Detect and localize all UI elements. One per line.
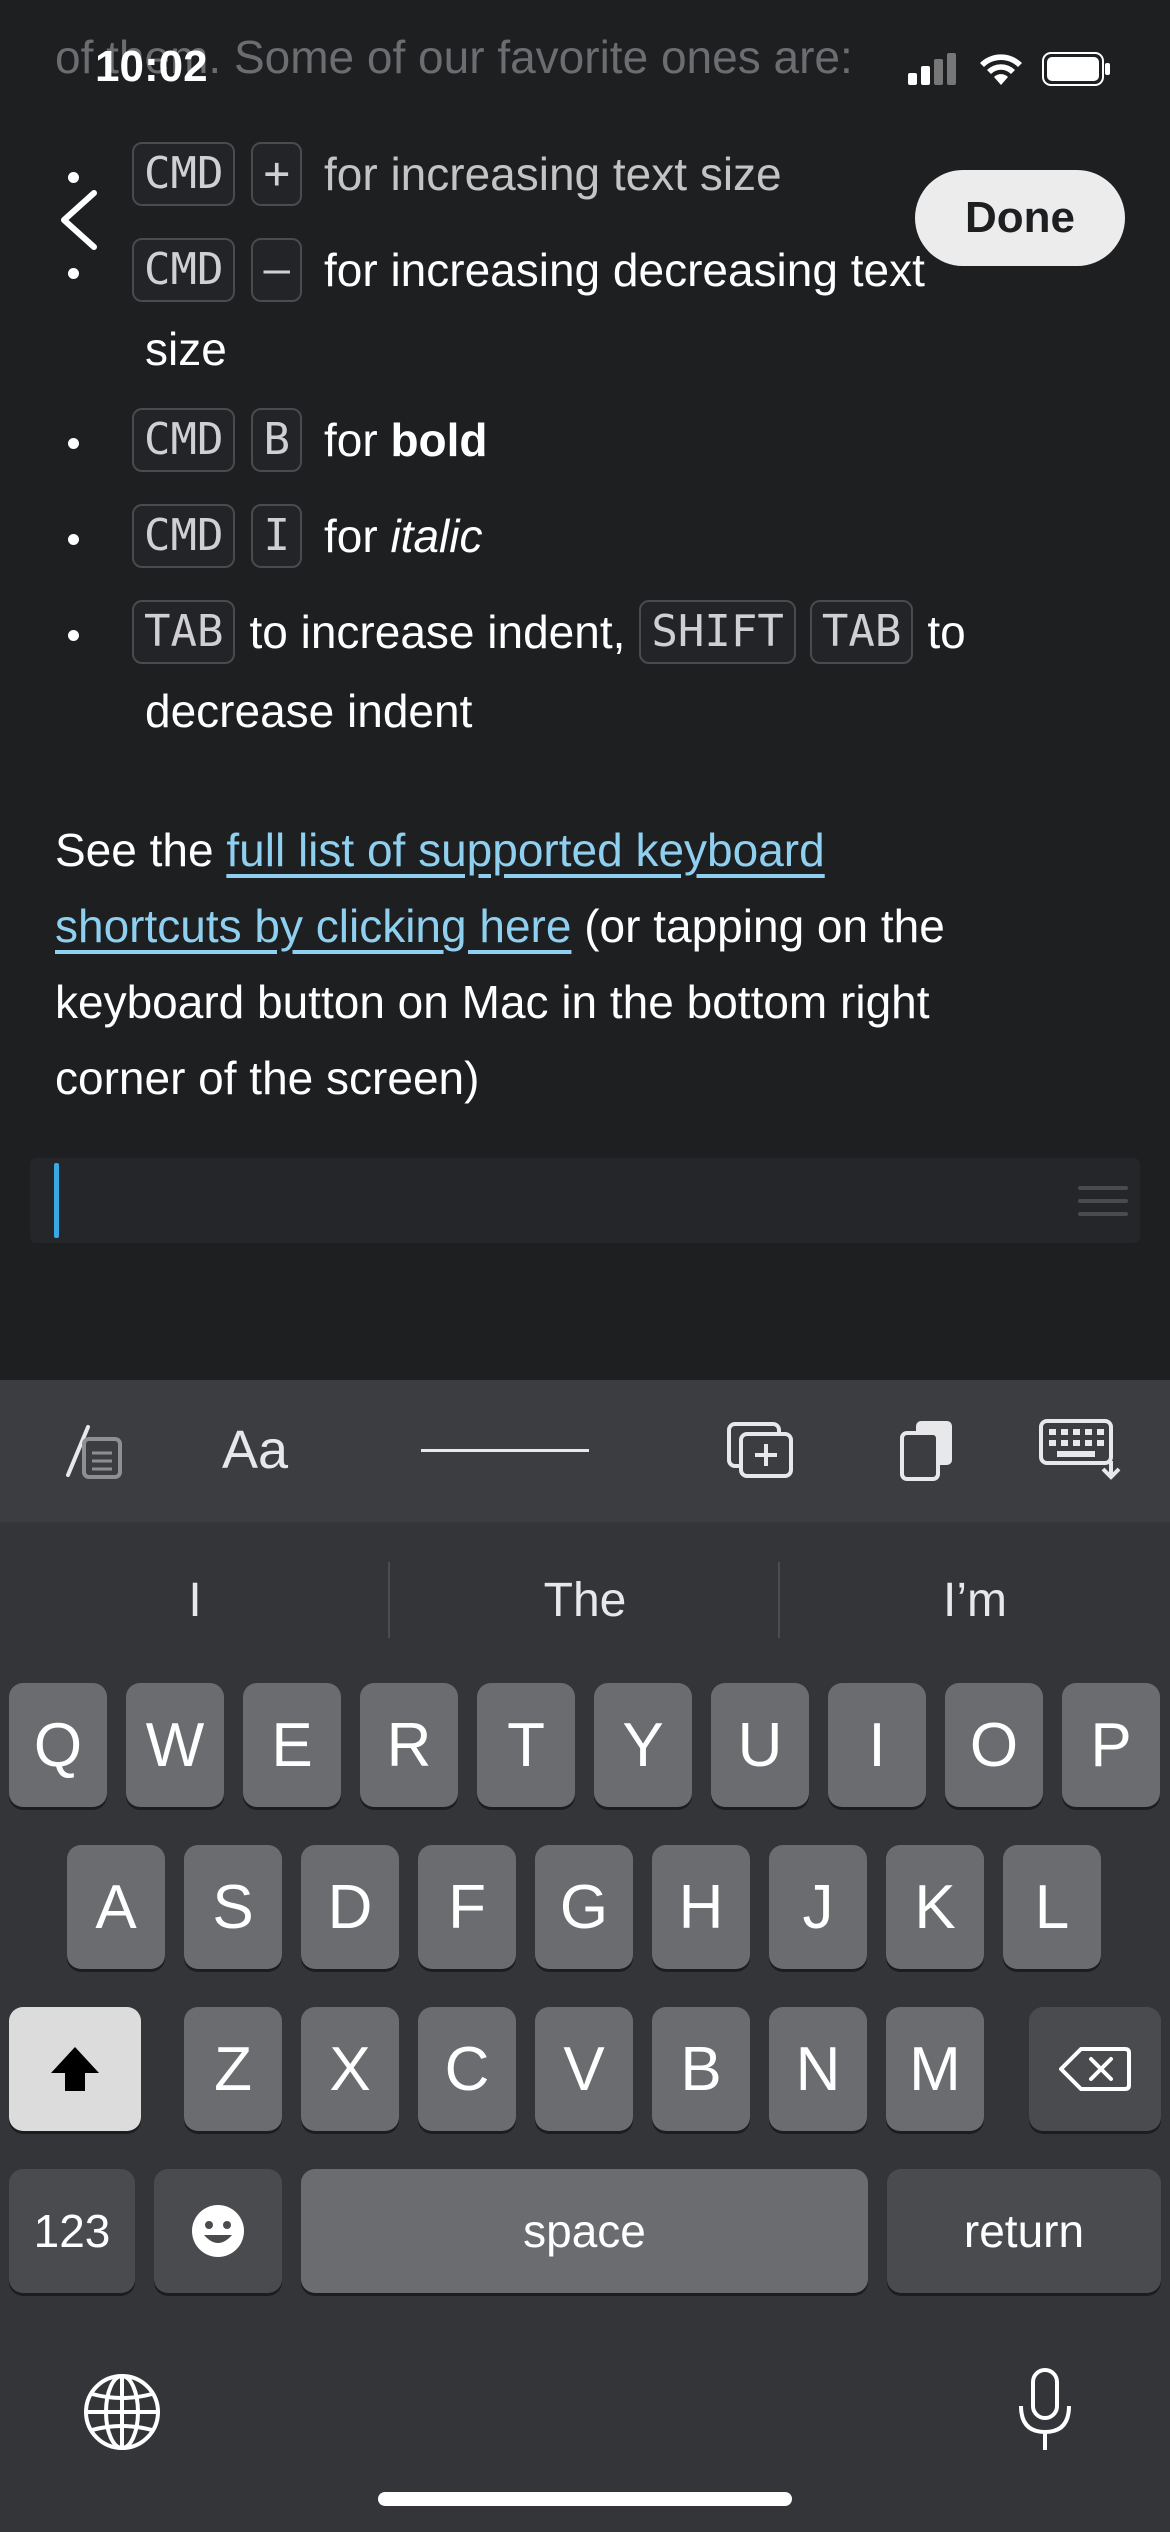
- shortcuts-link[interactable]: shortcuts by clicking here: [55, 900, 571, 952]
- edit-note-icon[interactable]: [55, 1405, 135, 1495]
- key-s[interactable]: S: [184, 1845, 282, 1969]
- space-key[interactable]: space: [301, 2169, 868, 2293]
- key-r[interactable]: R: [360, 1683, 458, 1807]
- list-item-text: to increase indent,: [249, 606, 626, 658]
- key-b[interactable]: B: [652, 2007, 750, 2131]
- key-c[interactable]: C: [418, 2007, 516, 2131]
- list-item: TAB to increase indent, SHIFT TAB to: [132, 600, 966, 664]
- paragraph-text: (or tapping on the: [571, 900, 945, 952]
- horizontal-rule-icon[interactable]: [420, 1405, 590, 1495]
- list-item-text: for: [323, 414, 391, 466]
- list-item: CMD – for increasing decreasing text: [132, 238, 925, 302]
- paragraph-text: See the: [55, 824, 227, 876]
- status-time: 10:02: [95, 42, 208, 91]
- list-item-continuation: decrease indent: [145, 685, 473, 737]
- key-k[interactable]: K: [886, 1845, 984, 1969]
- key-h[interactable]: H: [652, 1845, 750, 1969]
- key-x[interactable]: X: [301, 2007, 399, 2131]
- keycap: +: [251, 142, 302, 206]
- emoji-icon: [192, 2205, 244, 2257]
- suggestion[interactable]: I: [0, 1560, 390, 1640]
- keycap: –: [251, 238, 302, 302]
- list-item-text: to: [927, 606, 966, 658]
- bullet: [68, 630, 79, 641]
- keycap: B: [251, 408, 302, 472]
- keycap: CMD: [132, 142, 236, 206]
- keycap: CMD: [132, 504, 236, 568]
- delete-key[interactable]: [1029, 2007, 1161, 2131]
- done-button[interactable]: Done: [915, 170, 1125, 266]
- key-m[interactable]: M: [886, 2007, 984, 2131]
- key-y[interactable]: Y: [594, 1683, 692, 1807]
- wifi-icon: [980, 54, 1022, 85]
- italic-text: italic: [390, 510, 483, 562]
- suggestion[interactable]: The: [390, 1560, 780, 1640]
- key-g[interactable]: G: [535, 1845, 633, 1969]
- cellular-signal-icon: [908, 53, 956, 85]
- numbers-key[interactable]: 123: [9, 2169, 135, 2293]
- keycap: I: [251, 504, 302, 568]
- active-block-input[interactable]: [30, 1158, 1140, 1243]
- drag-handle-icon[interactable]: [1078, 1186, 1128, 1225]
- text-style-button[interactable]: Aa: [205, 1405, 305, 1495]
- keycap: CMD: [132, 408, 236, 472]
- return-key[interactable]: return: [887, 2169, 1161, 2293]
- battery-icon: [1042, 52, 1110, 86]
- key-e[interactable]: E: [243, 1683, 341, 1807]
- dismiss-keyboard-icon[interactable]: [1035, 1405, 1125, 1495]
- bullet: [68, 172, 79, 183]
- back-chevron-icon[interactable]: [52, 185, 112, 255]
- keycap: CMD: [132, 238, 236, 302]
- shortcuts-link[interactable]: full list of supported keyboard: [226, 824, 824, 876]
- keycap: TAB: [809, 600, 914, 664]
- paste-icon[interactable]: [888, 1405, 968, 1495]
- shift-arrow-icon: [51, 2047, 99, 2091]
- list-item: CMD I for italic: [132, 504, 482, 568]
- shift-key[interactable]: [9, 2007, 141, 2131]
- bullet: [68, 534, 79, 545]
- key-o[interactable]: O: [945, 1683, 1043, 1807]
- paragraph: See the full list of supported keyboard …: [55, 812, 1135, 1116]
- list-item-continuation: size: [145, 323, 227, 375]
- paragraph-text: keyboard button on Mac in the bottom rig…: [55, 976, 930, 1028]
- list-item: CMD + for increasing text size: [132, 142, 782, 206]
- key-v[interactable]: V: [535, 2007, 633, 2131]
- backspace-icon: [1059, 2047, 1131, 2091]
- key-d[interactable]: D: [301, 1845, 399, 1969]
- key-p[interactable]: P: [1062, 1683, 1160, 1807]
- bullet: [68, 268, 79, 279]
- text-caret: [54, 1163, 59, 1238]
- key-i[interactable]: I: [828, 1683, 926, 1807]
- key-f[interactable]: F: [418, 1845, 516, 1969]
- microphone-icon[interactable]: [1015, 2366, 1075, 2456]
- list-item-text: for increasing decreasing text: [323, 244, 925, 296]
- key-q[interactable]: Q: [9, 1683, 107, 1807]
- emoji-key[interactable]: [154, 2169, 282, 2293]
- list-item-text: for: [323, 510, 391, 562]
- home-indicator: [378, 2492, 792, 2506]
- key-j[interactable]: J: [769, 1845, 867, 1969]
- status-icons: [908, 52, 1112, 86]
- suggestion[interactable]: I’m: [780, 1560, 1170, 1640]
- key-z[interactable]: Z: [184, 2007, 282, 2131]
- key-u[interactable]: U: [711, 1683, 809, 1807]
- list-item-text: for increasing text size: [323, 148, 782, 200]
- key-w[interactable]: W: [126, 1683, 224, 1807]
- paragraph-text: corner of the screen): [55, 1052, 480, 1104]
- keycap: SHIFT: [639, 600, 796, 664]
- key-a[interactable]: A: [67, 1845, 165, 1969]
- bullet: [68, 438, 79, 449]
- key-l[interactable]: L: [1003, 1845, 1101, 1969]
- globe-icon[interactable]: [82, 2372, 162, 2452]
- key-t[interactable]: T: [477, 1683, 575, 1807]
- list-item: CMD B for bold: [132, 408, 488, 472]
- keycap: TAB: [132, 600, 236, 664]
- key-n[interactable]: N: [769, 2007, 867, 2131]
- add-block-icon[interactable]: [720, 1405, 800, 1495]
- bold-text: bold: [390, 414, 488, 466]
